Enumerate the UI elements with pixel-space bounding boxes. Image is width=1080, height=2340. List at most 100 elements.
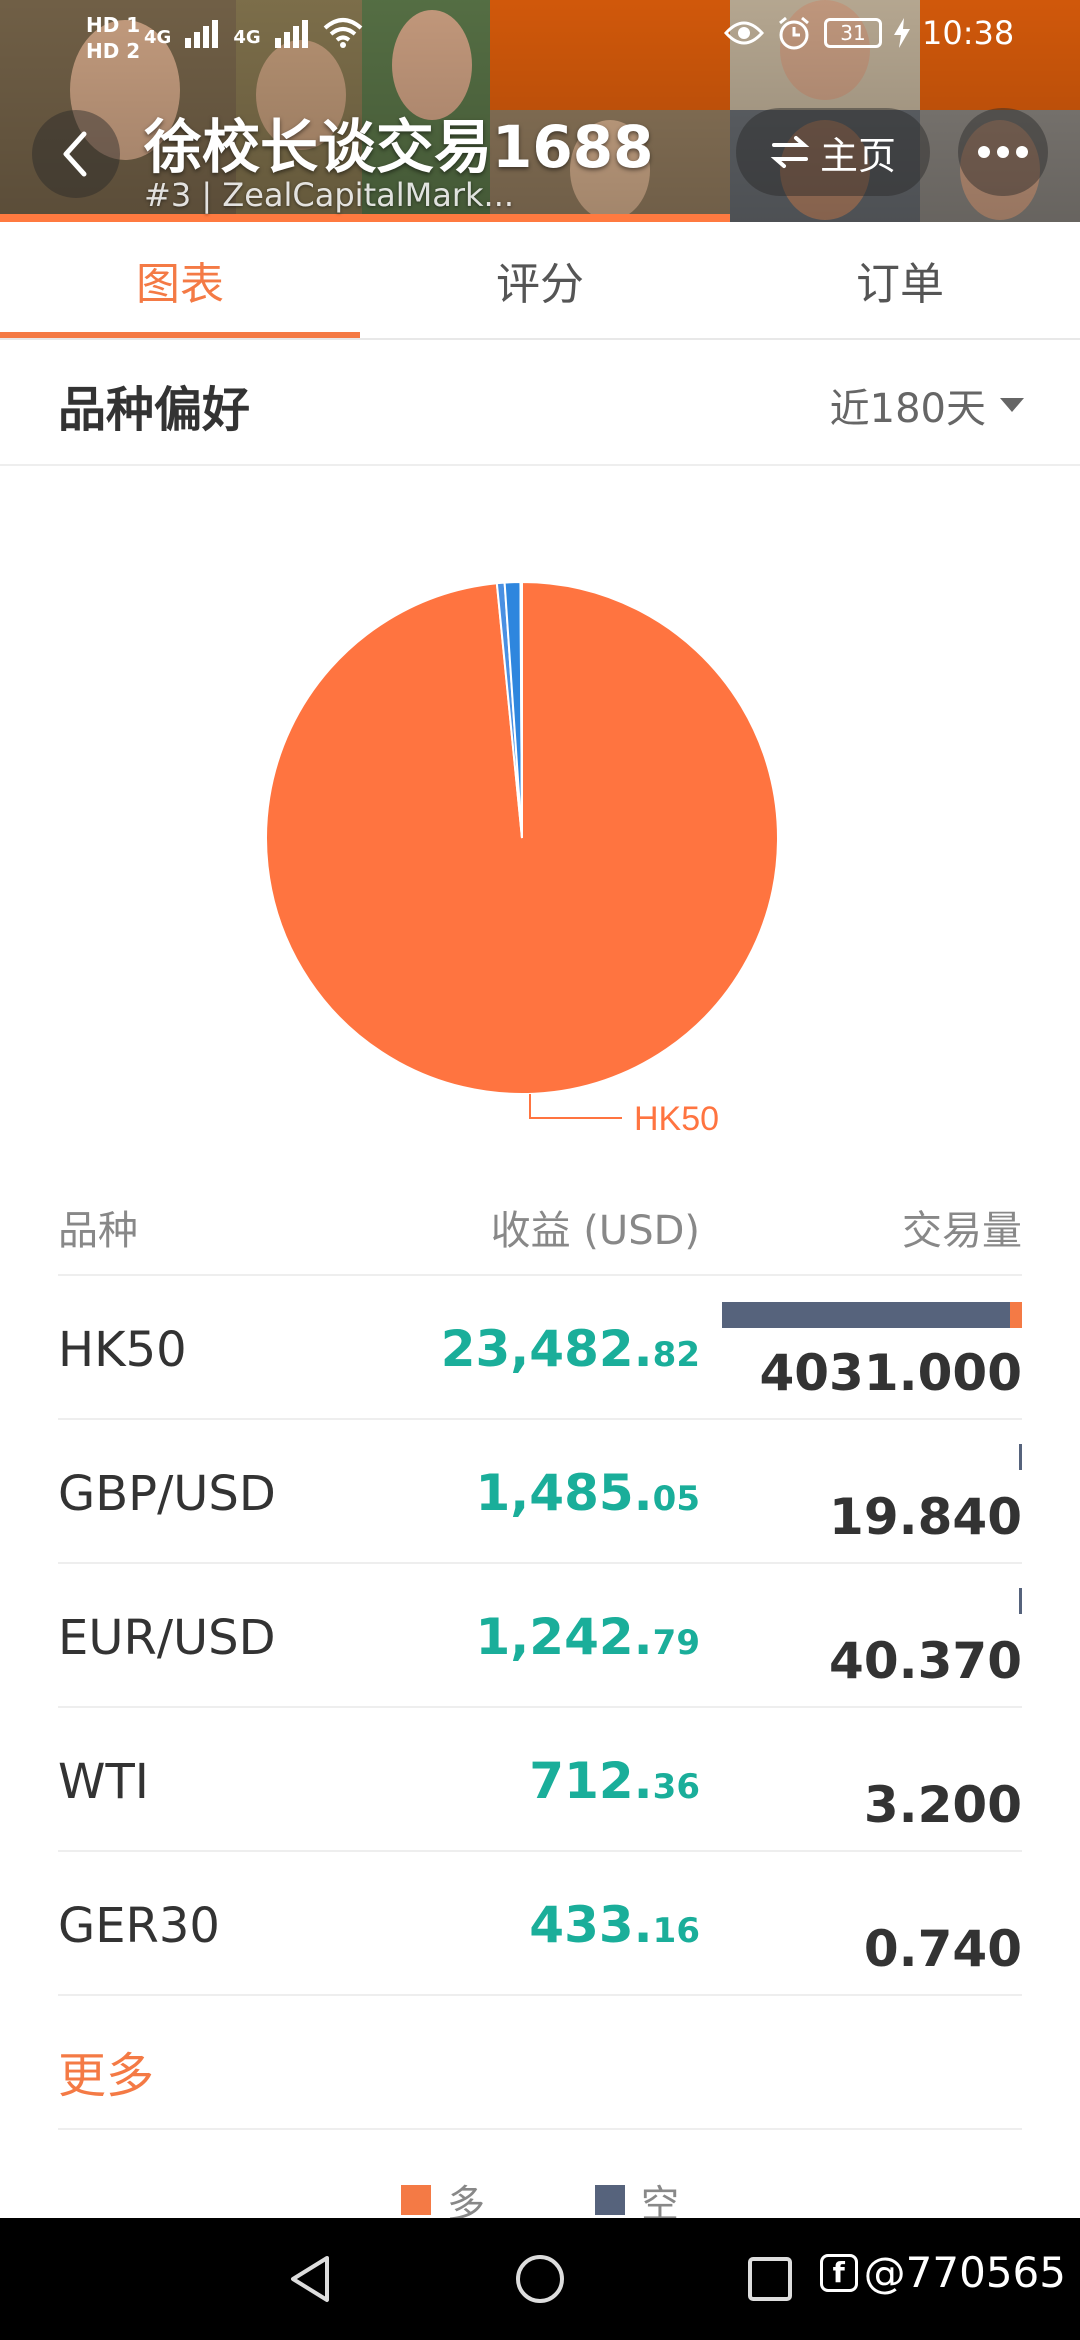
row-symbol: EUR/USD xyxy=(58,1610,276,1666)
network-type-2: 4G xyxy=(233,27,261,48)
row-profit: 1,242.79 xyxy=(476,1608,700,1666)
volume-bar xyxy=(1019,1588,1022,1614)
table-row[interactable]: HK50 23,482.82 4031.000 xyxy=(58,1276,1022,1420)
back-button[interactable] xyxy=(32,110,120,198)
row-symbol: GER30 xyxy=(58,1898,220,1954)
tab-orders-label: 订单 xyxy=(856,259,944,310)
square-recents-icon xyxy=(748,2257,792,2301)
legend-item-long: 多 xyxy=(400,2180,485,2226)
facebook-icon: f xyxy=(819,2253,858,2292)
status-hd1: HD 1 xyxy=(86,13,141,37)
more-dot xyxy=(1016,146,1028,158)
pie-annotation-line xyxy=(529,1094,622,1119)
row-profit: 1,485.05 xyxy=(476,1464,700,1522)
header-profit: 收益 (USD) xyxy=(490,1208,700,1254)
triangle-back-icon xyxy=(291,2256,329,2302)
caret-down-icon xyxy=(1000,398,1024,412)
circle-home-icon xyxy=(516,2255,564,2303)
table-row[interactable]: GBP/USD 1,485.05 19.840 xyxy=(58,1420,1022,1564)
header-volume: 交易量 xyxy=(902,1208,1022,1254)
status-indicators-left: HD 1 HD 2 xyxy=(86,12,140,64)
volume-bar-long xyxy=(1010,1302,1022,1328)
row-volume: 40.370 xyxy=(829,1632,1022,1690)
pie-chart: HK50 xyxy=(0,470,1080,1170)
section-title: 品种偏好 xyxy=(58,382,251,438)
wifi-icon xyxy=(323,18,362,48)
chevron-left-icon xyxy=(63,131,87,177)
row-profit-dec: 79 xyxy=(652,1623,700,1663)
more-link[interactable]: 更多 xyxy=(58,1994,1022,2130)
table-row[interactable]: GER30 433.16 0.740 xyxy=(58,1852,1022,1996)
signal-strength-icon xyxy=(185,20,219,48)
row-profit: 433.16 xyxy=(529,1896,700,1954)
watermark: f @770565 xyxy=(819,2248,1066,2297)
legend-swatch-long xyxy=(400,2185,431,2215)
row-profit: 23,482.82 xyxy=(441,1320,700,1378)
row-profit-dec: 16 xyxy=(652,1911,700,1951)
more-link-label: 更多 xyxy=(58,2048,155,2104)
status-hd2: HD 2 xyxy=(86,39,141,63)
period-selector[interactable]: 近180天 xyxy=(830,376,1024,434)
tab-bar: 图表 评分 订单 xyxy=(0,222,1080,340)
volume-bar xyxy=(722,1302,1022,1328)
signal-icons: 4G 4G xyxy=(144,16,363,48)
more-dot xyxy=(997,146,1009,158)
table-header: 品种 收益 (USD) 交易量 xyxy=(58,1180,1022,1276)
system-nav-bar: f @770565 xyxy=(0,2218,1080,2340)
period-label: 近180天 xyxy=(829,386,986,432)
nav-recents-button[interactable] xyxy=(730,2218,810,2340)
symbol-table: 品种 收益 (USD) 交易量 HK50 23,482.82 4031.000 … xyxy=(58,1180,1022,1996)
switch-icon xyxy=(770,136,810,168)
row-volume: 0.740 xyxy=(863,1920,1022,1978)
home-button-label: 主页 xyxy=(819,133,896,178)
row-profit-int: 1,242. xyxy=(475,1608,653,1666)
header-accent-bar xyxy=(0,214,730,222)
volume-bar-short xyxy=(722,1302,1010,1328)
row-profit-dec: 36 xyxy=(652,1767,700,1807)
nav-back-button[interactable] xyxy=(270,2218,350,2340)
table-row[interactable]: EUR/USD 1,242.79 40.370 xyxy=(58,1564,1022,1708)
tab-chart[interactable]: 图表 xyxy=(0,222,360,338)
legend-item-short: 空 xyxy=(595,2180,679,2226)
tab-orders[interactable]: 订单 xyxy=(720,222,1080,338)
more-dot xyxy=(978,146,990,158)
tab-rating[interactable]: 评分 xyxy=(360,222,720,338)
alarm-icon xyxy=(779,16,809,50)
signal-strength-icon-2 xyxy=(274,20,308,48)
pie-chart-svg: HK50 xyxy=(265,580,779,1138)
legend: 多 空 xyxy=(0,2180,1080,2226)
pie-annotation-label: HK50 xyxy=(634,1100,719,1138)
tab-rating-label: 评分 xyxy=(496,259,584,310)
tab-active-indicator xyxy=(0,332,360,338)
battery-icon: 31 xyxy=(824,18,882,48)
row-profit: 712.36 xyxy=(529,1752,700,1810)
row-profit-int: 433. xyxy=(529,1896,653,1954)
row-volume: 4031.000 xyxy=(759,1344,1022,1402)
row-symbol: GBP/USD xyxy=(58,1466,276,1522)
table-row[interactable]: WTI 712.36 3.200 xyxy=(58,1708,1022,1852)
row-volume: 3.200 xyxy=(863,1776,1022,1834)
network-type-1: 4G xyxy=(144,27,172,48)
row-volume: 19.840 xyxy=(829,1488,1022,1546)
header-symbol: 品种 xyxy=(58,1208,138,1254)
row-symbol: WTI xyxy=(58,1754,149,1810)
legend-swatch-short xyxy=(595,2185,625,2215)
charging-icon xyxy=(894,18,910,48)
nav-home-button[interactable] xyxy=(500,2218,580,2340)
row-profit-int: 1,485. xyxy=(475,1464,653,1522)
tab-chart-label: 图表 xyxy=(136,259,224,310)
home-button[interactable]: 主页 xyxy=(736,108,930,196)
clock: 10:38 xyxy=(922,14,1015,52)
volume-bar xyxy=(1019,1444,1022,1470)
eye-icon xyxy=(724,21,764,45)
status-indicators-right: 31 10:38 xyxy=(724,14,1014,52)
row-profit-int: 712. xyxy=(529,1752,653,1810)
row-symbol: HK50 xyxy=(58,1322,187,1378)
row-profit-int: 23,482. xyxy=(440,1320,653,1378)
account-subtitle: #3 | ZealCapitalMark... xyxy=(144,176,515,214)
watermark-text: @770565 xyxy=(863,2248,1066,2297)
row-profit-dec: 82 xyxy=(652,1335,700,1375)
section-header: 品种偏好 近180天 xyxy=(0,340,1080,466)
more-options-button[interactable] xyxy=(958,108,1048,196)
page-title: 徐校长谈交易1688 xyxy=(144,113,654,181)
